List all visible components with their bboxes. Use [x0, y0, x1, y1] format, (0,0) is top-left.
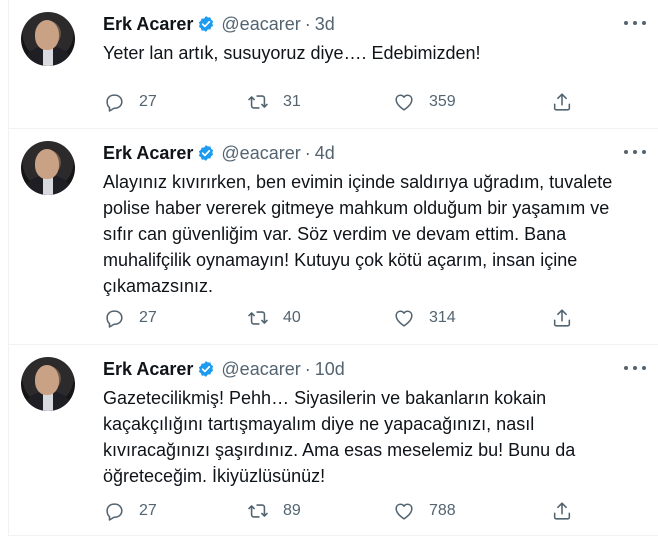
reply-button[interactable]: 27: [103, 500, 157, 522]
separator-dot: ·: [304, 358, 311, 379]
separator-dot: ·: [304, 13, 311, 34]
more-options-icon[interactable]: [624, 143, 646, 161]
verified-badge-icon: [199, 16, 214, 32]
like-button[interactable]: 359: [393, 91, 456, 113]
share-icon: [553, 502, 571, 520]
retweet-count: 31: [283, 93, 301, 110]
tweet-text: Gazetecilikmiş! Pehh… Siyasilerin ve bak…: [103, 388, 576, 486]
heart-icon: [395, 503, 413, 520]
tweet-header: Erk Acarer @eacarer · 4d: [103, 141, 335, 165]
tweet-text: Yeter lan artık, susuyoruz diye…. Edebim…: [103, 43, 481, 63]
reply-icon: [106, 503, 123, 521]
heart-icon: [395, 310, 413, 327]
tweet-actions: 27 89 788: [103, 499, 583, 523]
author-name[interactable]: Erk Acarer: [103, 143, 193, 164]
reply-count: 27: [139, 93, 157, 110]
share-button[interactable]: [551, 91, 573, 113]
share-icon: [553, 309, 571, 327]
retweet-icon: [248, 504, 268, 518]
author-name[interactable]: Erk Acarer: [103, 14, 193, 35]
retweet-count: 40: [283, 309, 301, 326]
tweet[interactable]: Erk Acarer @eacarer · 3d Yeter lan artık…: [8, 0, 658, 129]
avatar[interactable]: [21, 12, 75, 66]
retweet-button[interactable]: 31: [247, 91, 301, 113]
like-button[interactable]: 314: [393, 307, 456, 329]
tweet-timestamp[interactable]: 3d: [315, 14, 335, 35]
avatar[interactable]: [21, 141, 75, 195]
tweet-header: Erk Acarer @eacarer · 3d: [103, 12, 335, 36]
author-handle[interactable]: @eacarer: [221, 359, 300, 380]
share-button[interactable]: [551, 307, 573, 329]
reply-button[interactable]: 27: [103, 307, 157, 329]
tweet[interactable]: Erk Acarer @eacarer · 10d Gazetecilikmiş…: [8, 344, 658, 536]
tweet-actions: 27 40 314: [103, 306, 583, 330]
retweet-button[interactable]: 89: [247, 500, 301, 522]
retweet-icon: [248, 311, 268, 325]
reply-count: 27: [139, 502, 157, 519]
like-count: 359: [429, 93, 456, 110]
more-options-icon[interactable]: [624, 359, 646, 377]
retweet-count: 89: [283, 502, 301, 519]
heart-icon: [395, 94, 413, 111]
share-icon: [553, 93, 571, 111]
author-handle[interactable]: @eacarer: [221, 143, 300, 164]
tweet-header: Erk Acarer @eacarer · 10d: [103, 357, 345, 381]
reply-count: 27: [139, 309, 157, 326]
reply-icon: [106, 310, 123, 328]
reply-button[interactable]: 27: [103, 91, 157, 113]
tweet-timestamp[interactable]: 4d: [315, 143, 335, 164]
reply-icon: [106, 94, 123, 112]
tweet-actions: 27 31 359: [103, 90, 583, 114]
author-name[interactable]: Erk Acarer: [103, 359, 193, 380]
like-count: 314: [429, 309, 456, 326]
separator-dot: ·: [304, 142, 311, 163]
retweet-icon: [248, 95, 268, 109]
author-handle[interactable]: @eacarer: [221, 14, 300, 35]
like-count: 788: [429, 502, 456, 519]
share-button[interactable]: [551, 500, 573, 522]
tweet[interactable]: Erk Acarer @eacarer · 4d Alayınız kıvırı…: [8, 128, 658, 345]
verified-badge-icon: [199, 145, 214, 161]
tweet-feed: Erk Acarer @eacarer · 3d Yeter lan artık…: [0, 0, 658, 538]
verified-badge-icon: [199, 361, 214, 377]
tweet-timestamp[interactable]: 10d: [315, 359, 345, 380]
avatar[interactable]: [21, 357, 75, 411]
retweet-button[interactable]: 40: [247, 307, 301, 329]
tweet-text: Alayınız kıvırırken, ben evimin içinde s…: [103, 172, 613, 296]
more-options-icon[interactable]: [624, 14, 646, 32]
like-button[interactable]: 788: [393, 500, 456, 522]
